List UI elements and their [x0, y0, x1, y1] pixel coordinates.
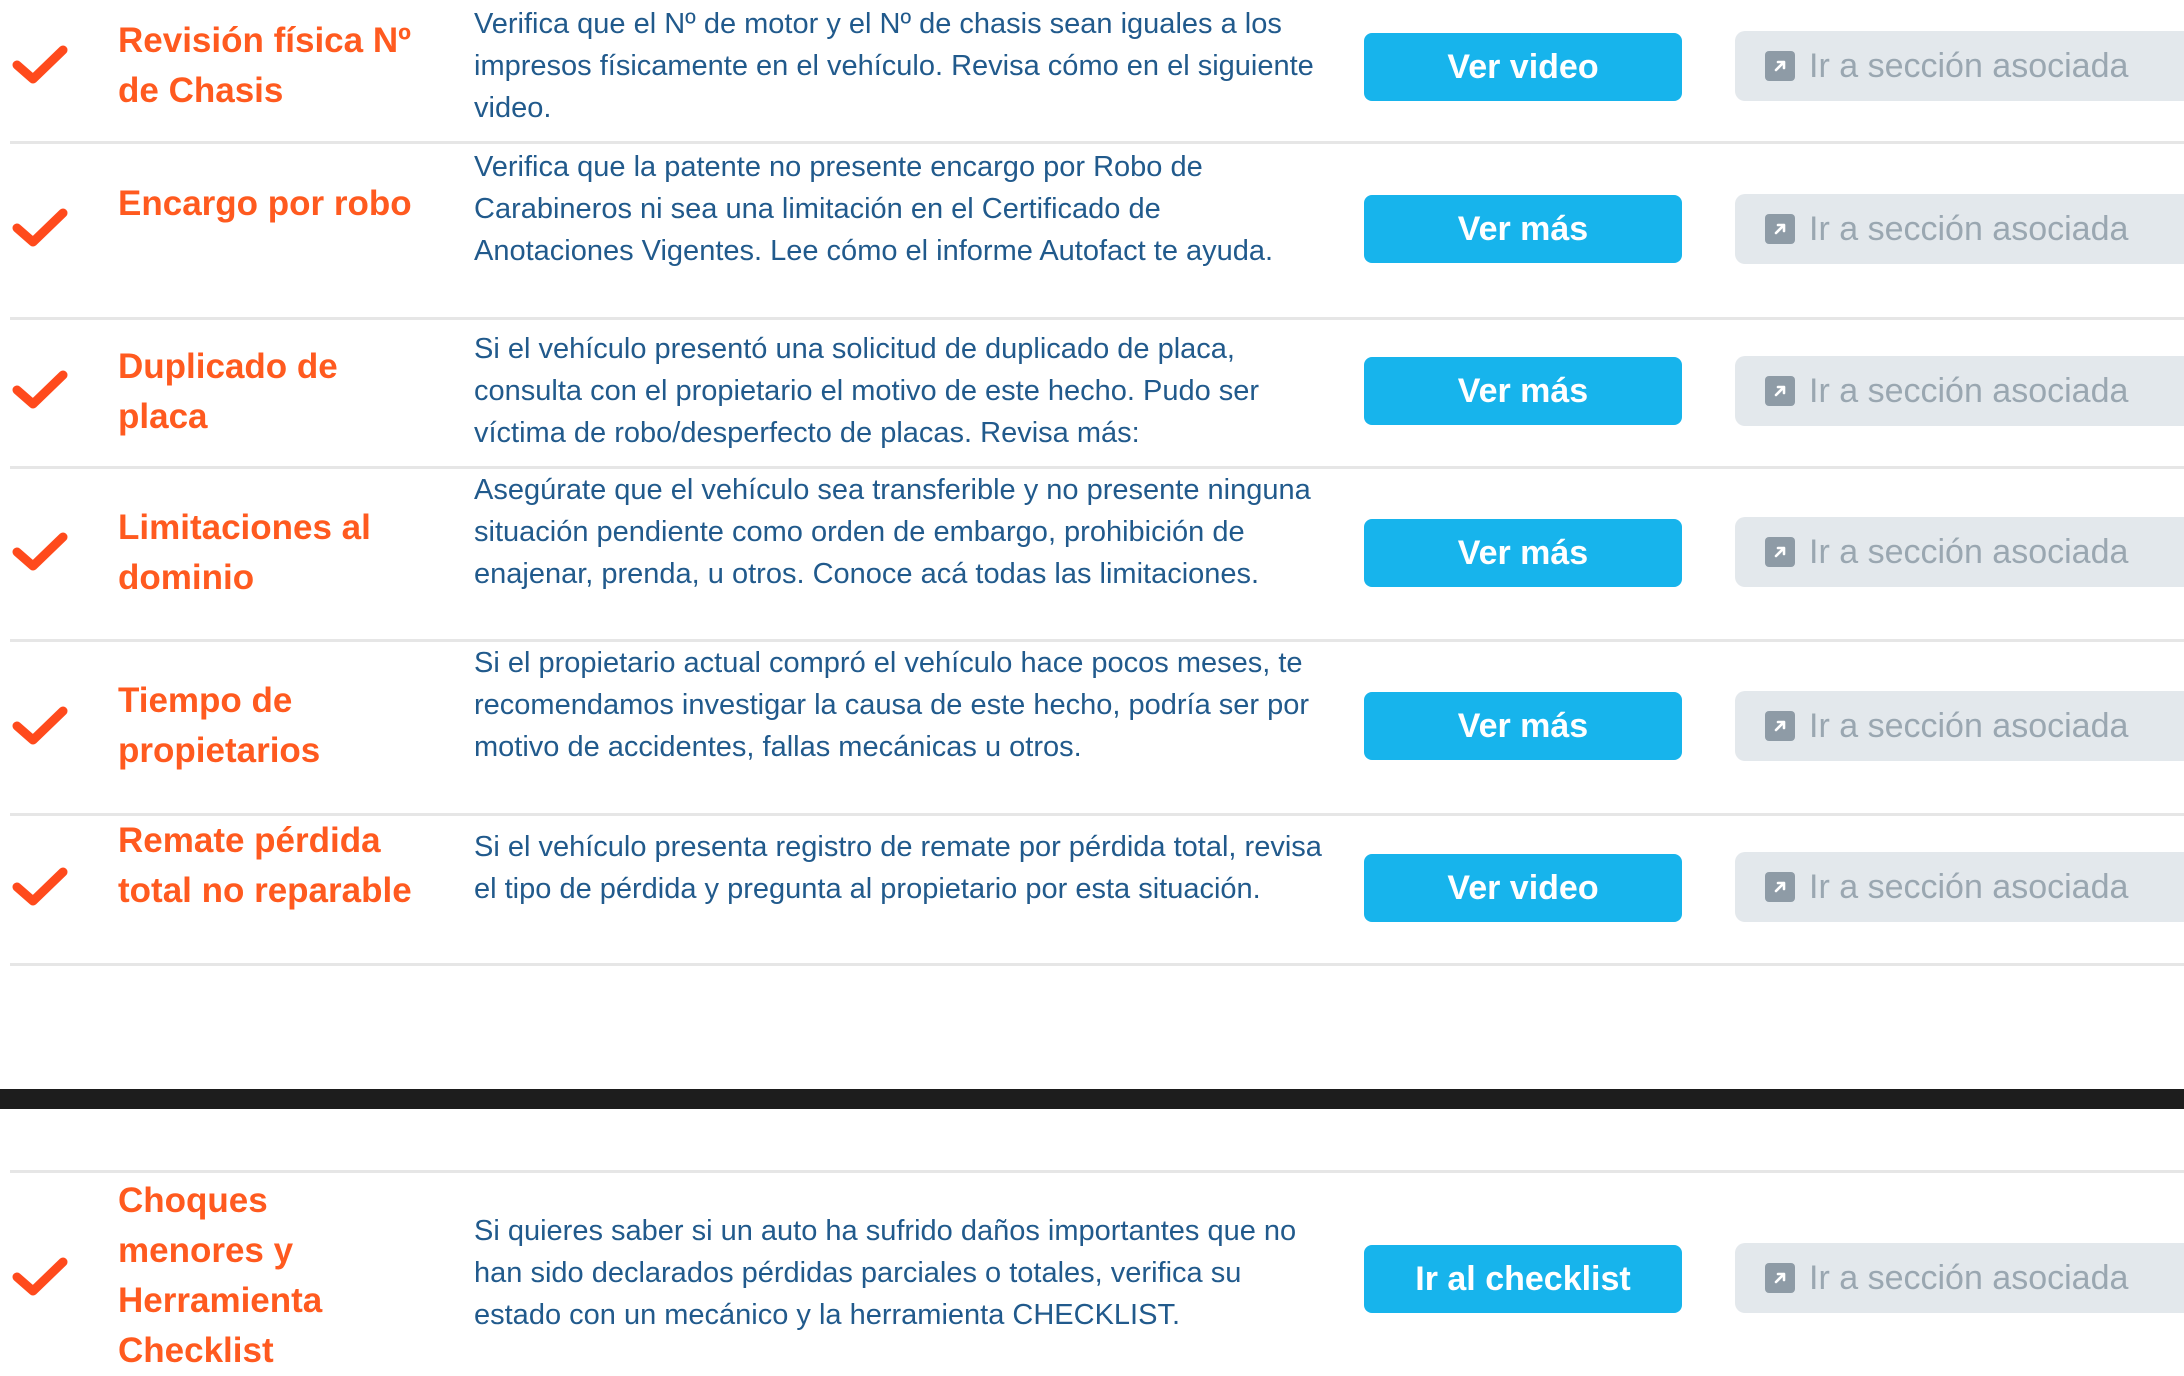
checklist-row-tiempo-propietarios: Tiempo de propietarios Si el propietario… [0, 642, 2184, 812]
checkmark-icon [12, 704, 68, 748]
checklist-row-duplicado-placa: Duplicado de placa Si el vehículo presen… [0, 320, 2184, 465]
item-title: Tiempo de propietarios [118, 681, 321, 770]
checklist-row-limitaciones-dominio: Limitaciones al dominio Asegúrate que el… [0, 469, 2184, 638]
item-description: Asegúrate que el vehículo sea transferib… [474, 474, 1311, 590]
go-to-section-label: Ir a sección asociada [1809, 1258, 2129, 1297]
ver-mas-button[interactable]: Ver más [1364, 195, 1682, 263]
external-link-icon [1765, 711, 1795, 741]
checkmark-icon [12, 43, 68, 87]
external-link-icon [1765, 214, 1795, 244]
item-title: Limitaciones al dominio [118, 508, 371, 597]
go-to-section-label: Ir a sección asociada [1809, 867, 2129, 906]
item-description: Verifica que el Nº de motor y el Nº de c… [474, 8, 1314, 124]
go-to-section-button[interactable]: Ir a sección asociada [1735, 1243, 2184, 1313]
go-to-section-label: Ir a sección asociada [1809, 371, 2129, 410]
checkmark-icon [12, 368, 68, 412]
go-to-section-button[interactable]: Ir a sección asociada [1735, 852, 2184, 922]
external-link-icon [1765, 376, 1795, 406]
ver-mas-button[interactable]: Ver más [1364, 692, 1682, 760]
go-to-section-button[interactable]: Ir a sección asociada [1735, 194, 2184, 264]
go-to-section-button[interactable]: Ir a sección asociada [1735, 356, 2184, 426]
item-description: Verifica que la patente no presente enca… [474, 151, 1274, 267]
item-description: Si el vehículo presentó una solicitud de… [474, 333, 1260, 449]
checkmark-icon [12, 1255, 68, 1299]
item-title: Duplicado de placa [118, 347, 338, 436]
item-description: Si el vehículo presenta registro de rema… [474, 831, 1322, 905]
go-to-section-button[interactable]: Ir a sección asociada [1735, 517, 2184, 587]
go-to-section-button[interactable]: Ir a sección asociada [1735, 691, 2184, 761]
external-link-icon [1765, 872, 1795, 902]
ver-video-button[interactable]: Ver video [1364, 33, 1682, 101]
checkmark-icon [12, 206, 68, 250]
checklist-table: Revisión física Nº de Chasis Verifica qu… [0, 0, 2184, 975]
go-to-section-label: Ir a sección asociada [1809, 209, 2129, 248]
external-link-icon [1765, 51, 1795, 81]
go-to-section-label: Ir a sección asociada [1809, 46, 2129, 85]
external-link-icon [1765, 537, 1795, 567]
go-to-section-button[interactable]: Ir a sección asociada [1735, 31, 2184, 101]
checkmark-icon [12, 865, 68, 909]
external-link-icon [1765, 1263, 1795, 1293]
item-title: Encargo por robo [118, 184, 412, 223]
ver-video-button[interactable]: Ver video [1364, 854, 1682, 922]
go-to-section-label: Ir a sección asociada [1809, 532, 2129, 571]
checklist-row-chasis: Revisión física Nº de Chasis Verifica qu… [0, 0, 2184, 140]
checklist-row-choques-menores: Choques menores y Herramienta Checklist … [0, 1173, 2184, 1370]
checklist-row-remate-perdida: Remate pérdida total no reparable Si el … [0, 816, 2184, 966]
item-title: Remate pérdida total no reparable [118, 821, 412, 910]
row-divider [10, 963, 2184, 966]
ver-mas-button[interactable]: Ver más [1364, 357, 1682, 425]
ver-mas-button[interactable]: Ver más [1364, 519, 1682, 587]
checklist-table-bottom: Choques menores y Herramienta Checklist … [0, 1167, 2184, 1370]
item-description: Si quieres saber si un auto ha sufrido d… [474, 1215, 1297, 1331]
ir-al-checklist-button[interactable]: Ir al checklist [1364, 1245, 1682, 1313]
item-title: Revisión física Nº de Chasis [118, 21, 411, 110]
go-to-section-label: Ir a sección asociada [1809, 706, 2129, 745]
item-title: Choques menores y Herramienta Checklist [118, 1181, 323, 1370]
section-divider-bar [0, 1089, 2184, 1109]
checklist-row-encargo-robo: Encargo por robo Verifica que la patente… [0, 144, 2184, 316]
checkmark-icon [12, 530, 68, 574]
item-description: Si el propietario actual compró el vehíc… [474, 647, 1310, 763]
